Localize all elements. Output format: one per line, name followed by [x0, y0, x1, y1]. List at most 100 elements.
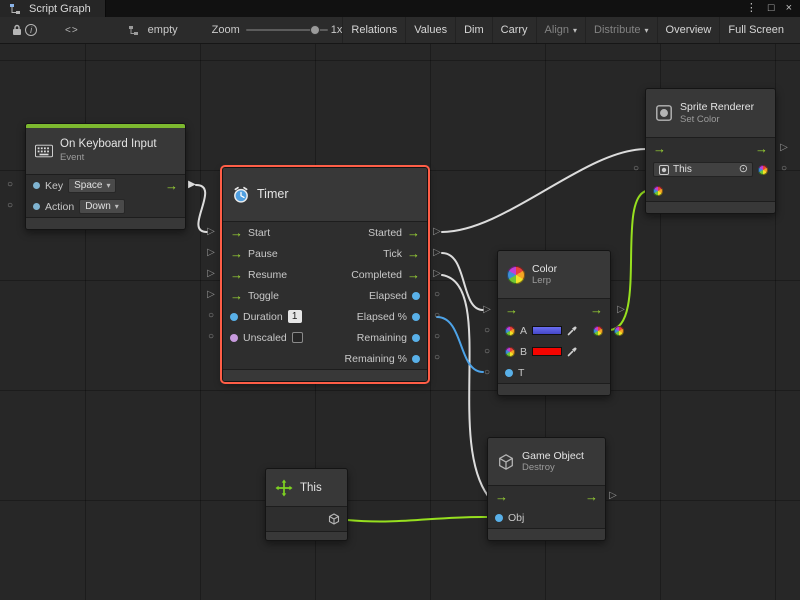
- color-swatch-a[interactable]: [532, 326, 562, 335]
- action-port[interactable]: [33, 203, 40, 210]
- keyboard-outer-flow-triangle[interactable]: ▶: [186, 178, 198, 192]
- node-title: Timer: [257, 187, 288, 202]
- timer-toggle-outer-triangle[interactable]: ▷: [205, 288, 217, 302]
- setcolor-flow-in-port[interactable]: →: [653, 144, 666, 154]
- timer-node-header[interactable]: Timer: [223, 168, 427, 222]
- lerp-flow-out-outer-triangle[interactable]: ▷: [615, 303, 627, 317]
- lerp-flow-out-port[interactable]: →: [590, 305, 603, 315]
- destroy-flow-in-port[interactable]: →: [495, 492, 508, 502]
- timer-resume-port[interactable]: →: [230, 270, 243, 280]
- destroy-flow-out-port[interactable]: →: [585, 492, 598, 502]
- timer-duration-outer-circle[interactable]: ○: [205, 309, 217, 323]
- timer-start-outer-triangle[interactable]: ▷: [205, 225, 217, 239]
- close-icon[interactable]: ×: [786, 0, 792, 17]
- key-dropdown[interactable]: Space ▾: [68, 178, 116, 193]
- lerp-a-outer-circle[interactable]: ○: [481, 324, 493, 338]
- object-picker-icon[interactable]: ⊙: [739, 164, 748, 175]
- timer-remaining-port[interactable]: [412, 334, 420, 342]
- toggle-label: Toggle: [248, 290, 279, 302]
- eyedropper-icon[interactable]: [567, 346, 578, 357]
- node-color-lerp[interactable]: Color Lerp → → A B T: [497, 250, 611, 396]
- node-set-color[interactable]: Sprite Renderer Set Color → → This ⊙: [645, 88, 776, 214]
- lerp-t-port[interactable]: [505, 369, 513, 377]
- lerp-result-outer-port[interactable]: [614, 326, 624, 336]
- keyboard-flow-output-port[interactable]: →: [165, 181, 178, 191]
- timer-completed-outer-triangle[interactable]: ▷: [431, 267, 443, 281]
- timer-elapsed-port[interactable]: [412, 292, 420, 300]
- timer-elapsed-pct-port[interactable]: [412, 313, 420, 321]
- timer-unscaled-outer-circle[interactable]: ○: [205, 330, 217, 344]
- lerp-result-port[interactable]: [593, 326, 603, 336]
- timer-remaining-pct-outer-circle[interactable]: ○: [431, 351, 443, 365]
- setcolor-node-header[interactable]: Sprite Renderer Set Color: [646, 89, 775, 138]
- destroy-flow-out-outer-triangle[interactable]: ▷: [607, 489, 619, 503]
- timer-completed-port[interactable]: →: [407, 270, 420, 280]
- color-swatch-b[interactable]: [532, 347, 562, 356]
- timer-started-outer-triangle[interactable]: ▷: [431, 225, 443, 239]
- lerp-b-port[interactable]: [505, 347, 515, 357]
- this-node-header[interactable]: This: [266, 469, 347, 507]
- lerp-b-label: B: [520, 346, 527, 358]
- timer-pause-outer-triangle[interactable]: ▷: [205, 246, 217, 260]
- relations-button[interactable]: Relations: [342, 17, 405, 43]
- setcolor-renderer-out-port[interactable]: [758, 165, 768, 175]
- timer-pause-port[interactable]: →: [230, 249, 243, 259]
- lerp-a-port[interactable]: [505, 326, 515, 336]
- timer-resume-outer-triangle[interactable]: ▷: [205, 267, 217, 281]
- setcolor-out-outer-circle[interactable]: ○: [778, 162, 790, 176]
- setcolor-flow-outer-triangle[interactable]: ▷: [778, 141, 790, 155]
- timer-tick-port[interactable]: →: [407, 249, 420, 259]
- eyedropper-icon[interactable]: [567, 325, 578, 336]
- timer-duration-port[interactable]: [230, 313, 238, 321]
- maximize-icon[interactable]: □: [768, 0, 775, 17]
- zoom-slider[interactable]: [246, 23, 325, 37]
- distribute-label: Distribute: [594, 24, 640, 36]
- timer-remaining-outer-circle[interactable]: ○: [431, 330, 443, 344]
- setcolor-flow-out-port[interactable]: →: [755, 144, 768, 154]
- values-button[interactable]: Values: [405, 17, 455, 43]
- code-view-icon[interactable]: <>: [65, 25, 79, 36]
- timer-elapsed-pct-outer-circle[interactable]: ○: [431, 309, 443, 323]
- timer-toggle-port[interactable]: →: [230, 291, 243, 301]
- unscaled-checkbox[interactable]: [292, 332, 303, 343]
- carry-button[interactable]: Carry: [492, 17, 536, 43]
- dim-button[interactable]: Dim: [455, 17, 492, 43]
- graph-source-indicator[interactable]: empty: [125, 21, 178, 39]
- lerp-b-outer-circle[interactable]: ○: [481, 345, 493, 359]
- lerp-flow-in-port[interactable]: →: [505, 305, 518, 315]
- overview-button[interactable]: Overview: [657, 17, 720, 43]
- node-timer[interactable]: Timer →Start Started→ →Pause Tick→ →Resu…: [222, 167, 428, 382]
- timer-start-port[interactable]: →: [230, 228, 243, 238]
- fullscreen-button[interactable]: Full Screen: [719, 17, 792, 43]
- timer-tick-outer-triangle[interactable]: ▷: [431, 246, 443, 260]
- timer-started-port[interactable]: →: [407, 228, 420, 238]
- lerp-flow-in-outer-triangle[interactable]: ▷: [481, 303, 493, 317]
- this-output-port[interactable]: [328, 513, 340, 525]
- action-dropdown[interactable]: Down ▾: [79, 199, 125, 214]
- setcolor-target-outer-circle[interactable]: ○: [630, 162, 642, 176]
- window-menu-icon[interactable]: ⋮: [746, 0, 757, 17]
- distribute-dropdown[interactable]: Distribute▾: [585, 17, 656, 43]
- keyboard-outer-port-circle[interactable]: ○: [4, 178, 16, 192]
- duration-input[interactable]: 1: [288, 310, 302, 323]
- node-this[interactable]: This: [265, 468, 348, 541]
- keyboard-node-header[interactable]: On Keyboard Input Event: [26, 128, 185, 175]
- destroy-obj-port[interactable]: [495, 514, 503, 522]
- lerp-node-header[interactable]: Color Lerp: [498, 251, 610, 299]
- zoom-slider-handle[interactable]: [310, 25, 320, 35]
- align-dropdown[interactable]: Align▾: [536, 17, 585, 43]
- setcolor-target-field[interactable]: This ⊙: [653, 162, 753, 177]
- node-destroy[interactable]: Game Object Destroy → → Obj: [487, 437, 606, 541]
- tab-script-graph[interactable]: Script Graph: [0, 0, 106, 17]
- timer-elapsed-outer-circle[interactable]: ○: [431, 288, 443, 302]
- info-icon[interactable]: i: [25, 24, 37, 36]
- timer-remaining-pct-port[interactable]: [412, 355, 420, 363]
- lock-icon[interactable]: [8, 21, 25, 39]
- lerp-t-outer-circle[interactable]: ○: [481, 366, 493, 380]
- keyboard-outer-port-circle[interactable]: ○: [4, 199, 16, 213]
- setcolor-color-in-port[interactable]: [653, 186, 663, 196]
- destroy-node-header[interactable]: Game Object Destroy: [488, 438, 605, 486]
- node-on-keyboard-input[interactable]: On Keyboard Input Event Key Space ▾ → Ac…: [25, 123, 186, 230]
- timer-unscaled-port[interactable]: [230, 334, 238, 342]
- key-port[interactable]: [33, 182, 40, 189]
